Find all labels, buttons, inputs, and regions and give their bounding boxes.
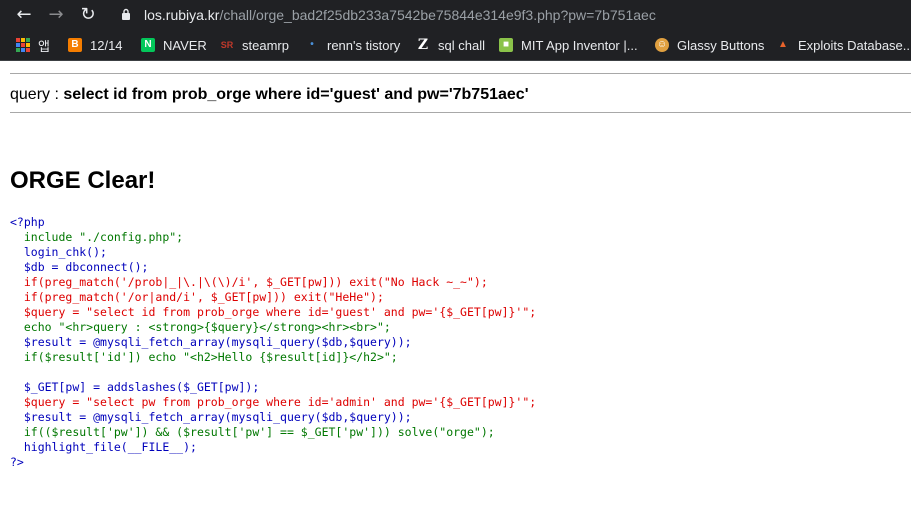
code-line: $result = @mysqli_fetch_array(mysqli_que…: [23, 335, 412, 349]
code-line: <?php: [10, 215, 45, 229]
divider: [10, 112, 911, 113]
naver-icon: N: [141, 38, 155, 52]
bookmark-app-inventor[interactable]: ■ MIT App Inventor |...: [499, 36, 638, 54]
bookmarks-bar: 앱 B 12/14 N NAVER SR steamrp • renn's ti…: [0, 30, 911, 61]
bookmark-label: Glassy Buttons: [677, 37, 765, 53]
code-line: $query = "select id from prob_orge where…: [23, 305, 537, 319]
query-line: query : select id from prob_orge where i…: [10, 85, 529, 105]
code-line: if(($result['pw']) && ($result['pw'] == …: [23, 425, 495, 439]
address-bar: ← → ↻ los.rubiya.kr/chall/orge_bad2f25db…: [0, 0, 911, 30]
forward-arrow-icon[interactable]: →: [45, 4, 67, 26]
page-content: query : select id from prob_orge where i…: [0, 61, 911, 519]
code-line: $result = @mysqli_fetch_array(mysqli_que…: [23, 410, 412, 424]
glassy-icon: ☺: [655, 38, 669, 52]
z-icon: Z: [417, 37, 429, 53]
url-field[interactable]: los.rubiya.kr/chall/orge_bad2f25db233a75…: [144, 6, 656, 24]
clear-heading: ORGE Clear!: [10, 167, 156, 194]
bookmark-glassy-buttons[interactable]: ☺ Glassy Buttons: [655, 36, 764, 54]
code-line: echo "<hr>query : <strong>{$query}</stro…: [23, 320, 391, 334]
divider: [10, 73, 911, 74]
bookmark-naver[interactable]: N NAVER: [141, 36, 207, 54]
bookmark-sql-chall[interactable]: Z sql chall: [416, 36, 485, 54]
url-host: los.rubiya.kr: [144, 7, 220, 23]
bookmark-label: sql chall: [438, 37, 485, 53]
sr-icon: SR: [220, 40, 234, 50]
bookmark-blogger[interactable]: B 12/14: [68, 36, 123, 54]
bookmark-label: MIT App Inventor |...: [521, 37, 638, 53]
lock-icon[interactable]: [121, 8, 131, 20]
app-inventor-icon: ■: [499, 38, 513, 52]
source-code: <?php include "./config.php"; login_chk(…: [10, 215, 536, 470]
bookmark-label: 앱: [38, 38, 50, 54]
bookmark-label: NAVER: [163, 37, 207, 53]
code-line: if(preg_match('/or|and/i', $_GET[pw])) e…: [23, 290, 384, 304]
query-label: query :: [10, 86, 64, 103]
bookmark-label: steamrp: [242, 37, 289, 53]
back-arrow-icon[interactable]: ←: [13, 4, 35, 26]
code-line: include "./config.php";: [23, 230, 184, 244]
bookmark-tistory[interactable]: • renn's tistory: [305, 36, 400, 54]
code-line: $_GET[pw] = addslashes($_GET[pw]);: [23, 380, 260, 394]
exploit-db-icon: ▲: [778, 39, 788, 50]
blogger-icon: B: [68, 38, 82, 52]
url-path: /chall/orge_bad2f25db233a7542be75844e314…: [219, 7, 656, 23]
tistory-icon: •: [310, 39, 314, 50]
bookmark-apps[interactable]: 앱: [16, 36, 50, 54]
code-line: login_chk();: [23, 245, 107, 259]
bookmark-steamrp[interactable]: SR steamrp: [220, 36, 289, 54]
bookmark-label: renn's tistory: [327, 37, 401, 53]
code-line: $query = "select pw from prob_orge where…: [23, 395, 537, 409]
code-line: highlight_file(__FILE__);: [23, 440, 197, 454]
code-line: ?>: [10, 455, 24, 469]
apps-grid-icon: [16, 38, 30, 52]
code-line: if($result['id']) echo "<h2>Hello {$resu…: [23, 350, 398, 364]
bookmark-label: 12/14: [90, 37, 123, 53]
reload-icon[interactable]: ↻: [77, 4, 99, 26]
bookmark-exploit-db[interactable]: ▲ Exploits Database...: [776, 36, 911, 54]
bookmark-label: Exploits Database...: [798, 37, 911, 53]
code-line: $db = dbconnect();: [23, 260, 149, 274]
code-line: if(preg_match('/prob|_|\.|\(\)/i', $_GET…: [23, 275, 488, 289]
query-text: select id from prob_orge where id='guest…: [63, 86, 529, 103]
